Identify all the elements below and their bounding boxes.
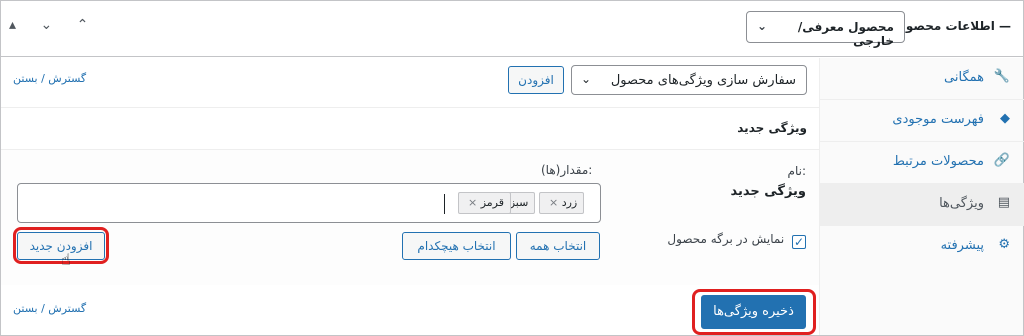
remove-tag-icon[interactable]: ×	[468, 196, 477, 209]
tab-attributes[interactable]: ▤ ویژگی‌ها	[820, 184, 1024, 226]
visible-checkbox[interactable]: ✓	[792, 235, 806, 249]
select-all-button[interactable]: انتخاب همه	[516, 232, 600, 260]
expand-collapse-link[interactable]: گسترش / بستن	[13, 302, 86, 315]
wrench-icon: 🔧	[993, 69, 1010, 84]
tab-label: پیشرفته	[940, 238, 984, 253]
new-attribute-heading[interactable]: ویژگی جدید	[737, 121, 807, 135]
hand-cursor-icon: ☝	[61, 250, 71, 269]
attribute-select-value: سفارش سازی ویژگی‌های محصول	[610, 73, 796, 88]
attributes-panel: گسترش / بستن سفارش سازی ویژگی‌های محصول …	[1, 58, 819, 335]
tag-label: زرد	[561, 196, 578, 209]
list-icon: ▤	[997, 195, 1010, 210]
visible-on-product-label: نمایش در برگه محصول	[667, 232, 785, 246]
expand-collapse-link[interactable]: گسترش / بستن	[13, 72, 86, 85]
remove-tag-icon[interactable]: ×	[549, 196, 558, 209]
panel-title: اطلاعات محصول —	[895, 19, 1012, 33]
attribute-taxonomy-select[interactable]: سفارش سازی ویژگی‌های محصول ⌄	[571, 65, 807, 95]
gear-icon: ⚙	[998, 237, 1010, 252]
tab-label: همگانی	[944, 70, 984, 85]
panel-header: اطلاعات محصول — محصول معرفی/خارجی ⌄ ▴ ⌄ …	[1, 1, 1023, 57]
tab-label: محصولات مرتبط	[892, 154, 984, 169]
attribute-editor: نام: ویژگی جدید مقدار(ها): × زرد × سبز ×…	[1, 150, 819, 285]
panel-toggle-arrows[interactable]: ▴ ⌄ ⌃	[9, 17, 98, 33]
tab-label: فهرست موجودی	[892, 112, 984, 127]
tab-label: ویژگی‌ها	[939, 196, 984, 211]
product-type-select[interactable]: محصول معرفی/خارجی ⌄	[746, 11, 905, 48]
value-tag[interactable]: × زرد	[539, 192, 585, 214]
value-tag[interactable]: × قرمز	[458, 192, 512, 214]
name-label: نام:	[787, 164, 806, 178]
product-data-tabs: 🔧 همگانی ◆ فهرست موجودی 🔗 محصولات مرتبط …	[819, 58, 1024, 335]
text-caret	[444, 194, 445, 214]
chevron-down-icon: ⌄	[757, 19, 768, 33]
attribute-name-value: ویژگی جدید	[730, 184, 806, 199]
values-label: مقدار(ها):	[541, 163, 593, 177]
product-data-panel: اطلاعات محصول — محصول معرفی/خارجی ⌄ ▴ ⌄ …	[0, 0, 1024, 336]
tab-linked-products[interactable]: 🔗 محصولات مرتبط	[820, 142, 1024, 184]
tag-label: قرمز	[480, 196, 505, 209]
highlight-box	[692, 289, 816, 335]
add-attribute-button[interactable]: افزودن	[508, 66, 564, 94]
tag-label: سبز	[509, 196, 529, 209]
tab-general[interactable]: 🔧 همگانی	[820, 58, 1024, 100]
tag-icon: ◆	[1000, 111, 1010, 126]
product-type-value: محصول معرفی/خارجی	[797, 20, 894, 48]
chevron-down-icon: ⌄	[581, 72, 592, 86]
visible-on-product-option[interactable]: نمایش در برگه محصول ✓	[667, 232, 806, 249]
select-none-button[interactable]: انتخاب هیچکدام	[402, 232, 511, 260]
tab-inventory[interactable]: ◆ فهرست موجودی	[820, 100, 1024, 142]
tab-advanced[interactable]: ⚙ پیشرفته	[820, 226, 1024, 268]
link-icon: 🔗	[993, 153, 1010, 168]
attribute-values-input[interactable]: × زرد × سبز × قرمز	[17, 183, 601, 223]
divider	[1, 107, 819, 108]
